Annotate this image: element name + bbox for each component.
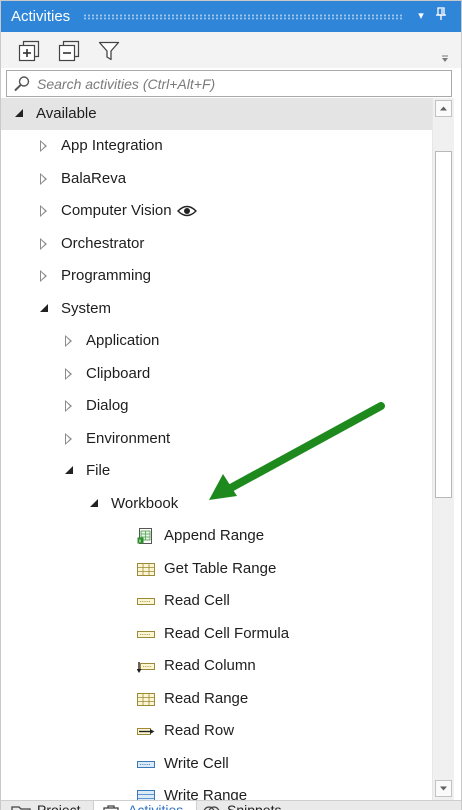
tree-node-clipboard[interactable]: Clipboard xyxy=(1,358,432,390)
tree-node-label: Computer Vision xyxy=(61,202,172,219)
search-box[interactable] xyxy=(6,70,452,97)
read-row-icon xyxy=(137,722,155,740)
activity-label: Read Column xyxy=(164,657,256,674)
write-cell-icon xyxy=(137,755,155,773)
collapse-triangle-icon[interactable] xyxy=(90,499,98,507)
tree-node-label: Orchestrator xyxy=(61,235,145,252)
tab-project[interactable]: Project xyxy=(11,801,93,810)
tree-node-label: File xyxy=(86,462,111,479)
read-range-icon xyxy=(137,690,155,708)
activity-get-table-range[interactable]: Get Table Range xyxy=(1,553,432,585)
tree-node-label: Application xyxy=(86,332,160,349)
table-range-icon xyxy=(137,560,155,578)
snippets-icon xyxy=(201,803,221,810)
expand-triangle-icon[interactable] xyxy=(40,205,47,217)
filter-icon[interactable] xyxy=(97,39,121,63)
activity-label: Get Table Range xyxy=(164,560,277,577)
tree-node-system[interactable]: System xyxy=(1,293,432,325)
tree-node-label: Workbook xyxy=(111,495,179,512)
tree-node-label: System xyxy=(61,300,112,317)
search-input[interactable] xyxy=(37,74,437,94)
tree-node-label: Environment xyxy=(86,430,171,447)
activity-append-range[interactable]: x Append Range xyxy=(1,520,432,552)
bottom-tab-strip: Project Activities Snippets xyxy=(1,800,461,810)
panel-dropdown-icon[interactable]: ▾ xyxy=(413,7,429,25)
collapse-triangle-icon[interactable] xyxy=(15,109,23,117)
read-column-icon xyxy=(136,657,155,675)
activity-label: Write Cell xyxy=(164,755,229,772)
read-cell-icon xyxy=(137,592,155,610)
tree-node-app-integration[interactable]: App Integration xyxy=(1,130,432,162)
panel-title-bar[interactable]: Activities ▾ xyxy=(1,1,461,32)
activity-label: Append Range xyxy=(164,527,265,544)
activity-label: Read Row xyxy=(164,722,235,739)
tree-node-label: Dialog xyxy=(86,397,129,414)
tree-node-orchestrator[interactable]: Orchestrator xyxy=(1,228,432,260)
collapse-triangle-icon[interactable] xyxy=(65,466,73,474)
tab-snippets[interactable]: Snippets xyxy=(199,801,299,810)
panel-toolbar xyxy=(1,32,461,68)
scroll-up-icon[interactable] xyxy=(435,100,452,117)
tree-node-label: Available xyxy=(36,105,97,122)
activities-panel: Activities ▾ Available xyxy=(0,0,462,810)
excel-append-icon: x xyxy=(137,527,155,545)
scrollbar-thumb[interactable] xyxy=(435,151,452,498)
activity-read-cell-formula[interactable]: Read Cell Formula xyxy=(1,618,432,650)
svg-text:x: x xyxy=(139,539,142,545)
tab-label: Activities xyxy=(128,802,184,810)
annotation-arrow xyxy=(209,402,385,500)
collapse-triangle-icon[interactable] xyxy=(40,304,48,312)
activities-icon xyxy=(102,803,120,810)
expand-triangle-icon[interactable] xyxy=(40,270,47,282)
expand-triangle-icon[interactable] xyxy=(65,433,72,445)
scroll-down-icon[interactable] xyxy=(435,780,452,797)
activity-read-column[interactable]: Read Column xyxy=(1,650,432,682)
vertical-scrollbar[interactable] xyxy=(432,98,454,801)
pin-icon[interactable] xyxy=(433,7,449,25)
activity-read-range[interactable]: Read Range xyxy=(1,683,432,715)
tree-node-balareva[interactable]: BalaReva xyxy=(1,163,432,195)
tree-node-label: Programming xyxy=(61,267,152,284)
read-cell-formula-icon xyxy=(137,625,155,643)
expand-triangle-icon[interactable] xyxy=(65,335,72,347)
expand-triangle-icon[interactable] xyxy=(65,400,72,412)
expand-triangle-icon[interactable] xyxy=(40,238,47,250)
tree-node-application[interactable]: Application xyxy=(1,325,432,357)
tab-activities[interactable]: Activities xyxy=(93,801,197,810)
activity-label: Read Cell Formula xyxy=(164,625,290,642)
collapse-all-icon[interactable] xyxy=(57,39,81,63)
expand-all-icon[interactable] xyxy=(17,39,41,63)
drag-grip[interactable] xyxy=(83,14,403,20)
activity-write-cell[interactable]: Write Cell xyxy=(1,748,432,780)
tree-node-computer-vision[interactable]: Computer Vision xyxy=(1,195,432,227)
eye-icon xyxy=(177,204,197,222)
activity-label: Read Range xyxy=(164,690,249,707)
tree-node-label: App Integration xyxy=(61,137,163,154)
expand-triangle-icon[interactable] xyxy=(65,368,72,380)
panel-title: Activities xyxy=(11,8,71,25)
tree-node-label: BalaReva xyxy=(61,170,127,187)
activity-label: Read Cell xyxy=(164,592,230,609)
toolbar-overflow-icon[interactable] xyxy=(439,53,451,65)
tree-node-programming[interactable]: Programming xyxy=(1,260,432,292)
expand-triangle-icon[interactable] xyxy=(40,173,47,185)
activity-read-row[interactable]: Read Row xyxy=(1,715,432,747)
tab-label: Project xyxy=(37,802,81,810)
tab-label: Snippets xyxy=(227,802,282,810)
search-icon xyxy=(13,75,31,97)
tree-node-label: Clipboard xyxy=(86,365,151,382)
activity-read-cell[interactable]: Read Cell xyxy=(1,585,432,617)
expand-triangle-icon[interactable] xyxy=(40,140,47,152)
folder-icon xyxy=(11,803,31,810)
tree-node-available[interactable]: Available xyxy=(1,98,432,130)
